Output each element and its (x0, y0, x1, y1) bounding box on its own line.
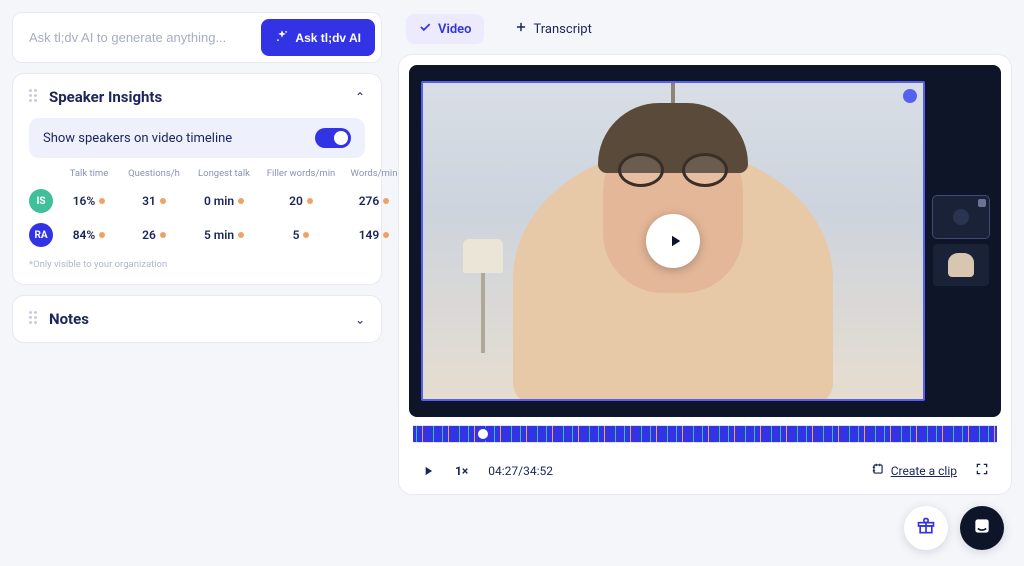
timecode: 04:27/34:52 (488, 464, 553, 478)
view-tabs: Video Transcript (398, 12, 1012, 54)
participant-thumbnails (933, 196, 989, 286)
insights-footnote: *Only visible to your organization (29, 259, 365, 270)
notes-card: Notes ⌃ (12, 295, 382, 343)
chevron-up-icon: ⌃ (355, 90, 365, 104)
video-main-frame[interactable] (421, 81, 925, 401)
toggle-label: Show speakers on video timeline (43, 131, 232, 146)
notes-header[interactable]: Notes ⌃ (29, 310, 365, 328)
participant-thumb[interactable] (933, 244, 989, 286)
help-chat-button[interactable] (960, 506, 1004, 550)
drag-handle-icon[interactable] (29, 89, 39, 105)
speaker-insights-title: Speaker Insights (49, 88, 162, 106)
speaker-avatar: IS (29, 189, 53, 213)
intercom-icon (972, 516, 992, 540)
tab-video[interactable]: Video (406, 14, 484, 44)
active-speaker-indicator-icon (903, 89, 917, 103)
table-row: RA 84% 26 5 min 5 149 (29, 223, 365, 247)
tab-transcript[interactable]: Transcript (502, 14, 604, 44)
play-button-small[interactable] (421, 464, 435, 478)
tab-transcript-label: Transcript (534, 22, 592, 37)
insights-table-header: . Talk time Questions/h Longest talk Fil… (29, 168, 365, 179)
video-card: 1× 04:27/34:52 Create a clip (398, 54, 1012, 495)
gift-icon (916, 516, 936, 540)
create-clip-button[interactable]: Create a clip (871, 462, 957, 479)
player-controls: 1× 04:27/34:52 Create a clip (409, 451, 1001, 482)
speaker-avatar: RA (29, 223, 53, 247)
playback-speed-button[interactable]: 1× (455, 464, 468, 478)
ask-ai-label: Ask tl;dv AI (295, 31, 361, 45)
ask-ai-button[interactable]: Ask tl;dv AI (261, 19, 375, 56)
show-speakers-toggle[interactable] (315, 128, 351, 148)
play-button[interactable] (646, 214, 700, 268)
speaker-insights-header[interactable]: Speaker Insights ⌃ (29, 88, 365, 106)
ai-prompt-input[interactable] (19, 22, 261, 53)
playhead[interactable] (483, 425, 485, 443)
ai-ask-bar: Ask tl;dv AI (12, 12, 382, 63)
show-speakers-toggle-row: Show speakers on video timeline (29, 118, 365, 158)
sparkle-icon (275, 29, 289, 46)
tab-video-label: Video (438, 22, 472, 37)
speaker-insights-card: Speaker Insights ⌃ Show speakers on vide… (12, 73, 382, 285)
chevron-down-icon: ⌃ (355, 312, 365, 326)
clip-icon (871, 462, 885, 479)
mic-icon (978, 199, 986, 207)
plus-icon (514, 20, 528, 38)
check-icon (418, 20, 432, 38)
table-row: IS 16% 31 0 min 20 276 (29, 189, 365, 213)
video-player (409, 65, 1001, 417)
create-clip-label: Create a clip (891, 464, 957, 478)
gift-button[interactable] (904, 506, 948, 550)
notes-title: Notes (49, 310, 89, 328)
fullscreen-button[interactable] (975, 461, 989, 480)
video-timeline[interactable] (413, 425, 997, 443)
drag-handle-icon[interactable] (29, 311, 39, 327)
participant-thumb[interactable] (933, 196, 989, 238)
